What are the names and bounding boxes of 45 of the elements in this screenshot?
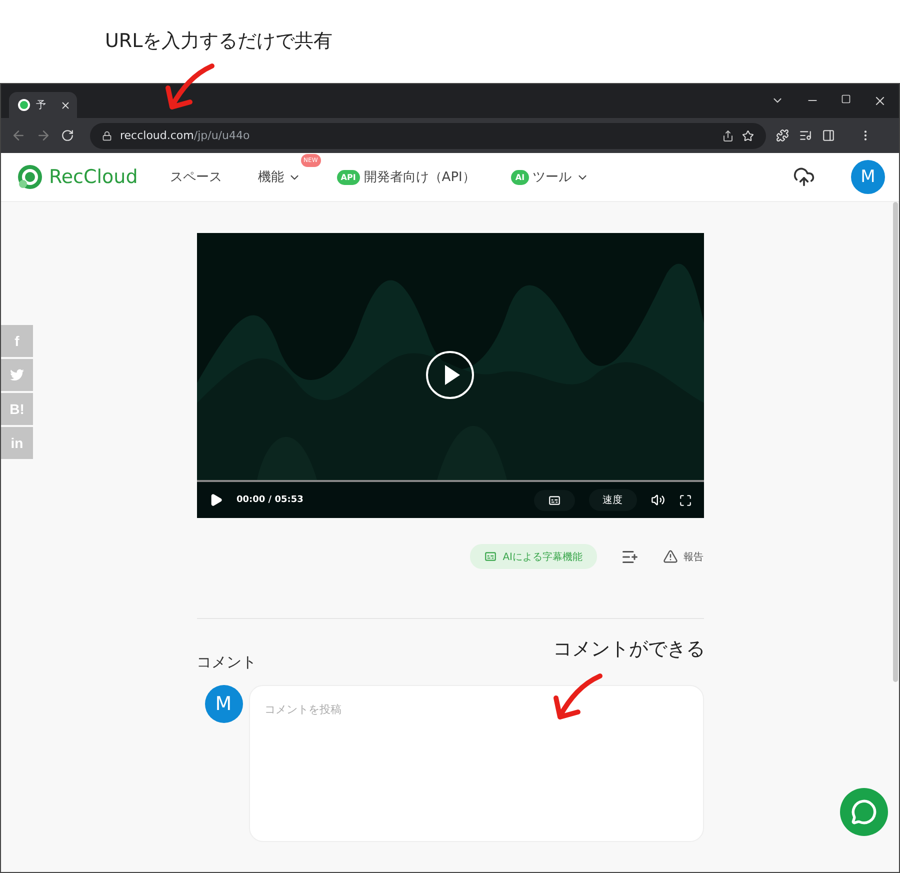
lock-icon (102, 130, 112, 140)
nav-badge-icon: AI (511, 170, 529, 184)
subtitle-button[interactable] (534, 490, 574, 510)
volume-icon[interactable] (650, 493, 664, 507)
reload-icon[interactable] (61, 129, 74, 142)
logo-icon (17, 164, 43, 190)
annotation-text: コメントができる (553, 637, 705, 662)
maximize-icon[interactable] (841, 94, 851, 104)
browser-tab[interactable]: 予 (9, 92, 77, 118)
nav-item[interactable]: API 開発者向け（API） (336, 168, 476, 186)
arrow-drawing (552, 672, 604, 722)
media-icon[interactable] (799, 129, 812, 142)
nav-item[interactable]: 機能 (258, 168, 301, 186)
bird-icon (10, 369, 24, 381)
comment-field[interactable]: コメントを投稿 (248, 685, 704, 842)
share-icon[interactable] (722, 130, 734, 142)
back-icon[interactable] (11, 128, 26, 143)
url-text: reccloud.com/jp/u/u44o (120, 129, 251, 142)
star-icon[interactable] (742, 130, 754, 142)
address-bar[interactable]: reccloud.com/jp/u/u44o (90, 122, 766, 148)
logo-text: RecCloud (49, 166, 138, 188)
upload-icon[interactable] (793, 166, 815, 188)
arrow-drawing (164, 62, 216, 112)
time-text: 00:00 / 05:53 (236, 495, 304, 505)
annotation-text: URLを入力するだけで共有 (105, 29, 334, 54)
captions-icon (548, 494, 560, 506)
chat-bubble-icon (851, 799, 877, 825)
nav-item[interactable]: AI ツール (511, 168, 589, 186)
close-icon[interactable] (60, 100, 71, 110)
report-button[interactable]: 報告 (662, 549, 704, 564)
nav-badge-icon: API (336, 170, 360, 184)
comment-heading: コメント (196, 653, 258, 672)
close-icon[interactable] (873, 94, 887, 108)
warning-icon (662, 549, 678, 564)
forward-icon[interactable] (36, 128, 51, 143)
nav-item[interactable]: スペース (170, 168, 222, 186)
captions-icon (484, 550, 497, 563)
speed-button[interactable]: 速度 (588, 489, 636, 511)
user-avatar: M (204, 685, 242, 723)
fullscreen-icon[interactable] (678, 494, 692, 506)
puzzle-icon[interactable] (776, 129, 789, 142)
favicon-icon (18, 99, 30, 111)
sidebar-icon[interactable] (822, 129, 835, 142)
user-avatar[interactable]: M (851, 160, 885, 194)
play-icon[interactable] (208, 493, 222, 507)
